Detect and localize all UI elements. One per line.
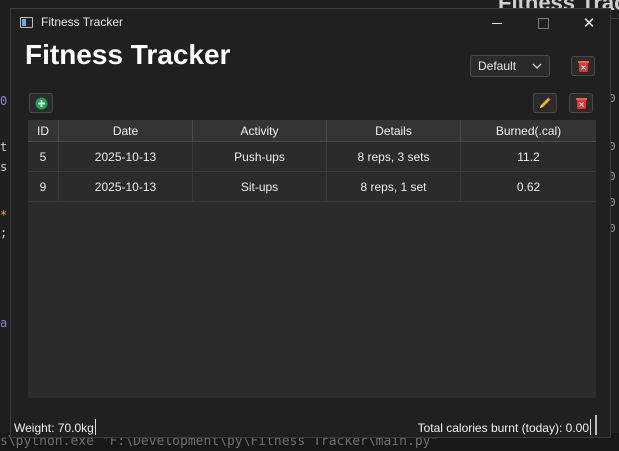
column-header-id[interactable]: ID: [28, 120, 59, 142]
maximize-icon: [537, 17, 549, 29]
delete-profile-button[interactable]: [571, 56, 595, 76]
cell-details: 8 reps, 3 sets: [327, 142, 461, 172]
add-activity-button[interactable]: [29, 93, 53, 113]
text-caret: [94, 419, 96, 435]
activity-table[interactable]: ID Date Activity Details Burned(.cal) 5 …: [28, 120, 596, 398]
title-bar[interactable]: Fitness Tracker ✕: [11, 9, 610, 37]
delete-activity-button[interactable]: [569, 93, 593, 113]
cell-activity: Push-ups: [193, 142, 327, 172]
minimize-button[interactable]: [474, 9, 520, 37]
minimize-icon: [492, 22, 502, 24]
column-header-burned[interactable]: Burned(.cal): [461, 120, 596, 142]
plus-circle-icon: [35, 97, 47, 109]
cell-details: 8 reps, 1 set: [327, 172, 461, 202]
chevron-down-icon: [532, 63, 542, 69]
edit-activity-button[interactable]: [533, 93, 557, 113]
weight-status: Weight: 70.0kg: [14, 419, 96, 435]
pencil-icon: [540, 97, 551, 108]
profile-select-value: Default: [478, 59, 517, 73]
table-header: ID Date Activity Details Burned(.cal): [28, 120, 596, 142]
profile-select[interactable]: Default: [470, 55, 550, 77]
app-window: Fitness Tracker ✕ Fitness Tracker Defaul…: [10, 8, 611, 438]
window-title: Fitness Tracker: [41, 15, 124, 29]
close-icon: ✕: [582, 13, 596, 32]
column-header-activity[interactable]: Activity: [193, 120, 327, 142]
total-calories-label: Total calories burnt (today): 0.00: [417, 421, 589, 435]
app-icon: [20, 17, 33, 28]
resize-grip[interactable]: [595, 415, 597, 435]
cell-id: 5: [28, 142, 59, 172]
cell-burned: 0.62: [461, 172, 596, 202]
cell-activity: Sit-ups: [193, 172, 327, 202]
maximize-button[interactable]: [520, 9, 566, 37]
weight-label: Weight: 70.0kg: [14, 421, 94, 435]
column-header-details[interactable]: Details: [327, 120, 461, 142]
text-caret: [590, 419, 591, 435]
column-header-date[interactable]: Date: [59, 120, 193, 142]
trash-icon: [575, 97, 587, 109]
table-row[interactable]: 9 2025-10-13 Sit-ups 8 reps, 1 set 0.62: [28, 172, 596, 202]
table-row[interactable]: 5 2025-10-13 Push-ups 8 reps, 3 sets 11.…: [28, 142, 596, 172]
cell-id: 9: [28, 172, 59, 202]
calories-status: Total calories burnt (today): 0.00: [418, 419, 591, 435]
cell-date: 2025-10-13: [59, 142, 193, 172]
trash-icon: [577, 60, 589, 72]
page-title: Fitness Tracker: [25, 39, 231, 70]
cell-burned: 11.2: [461, 142, 596, 172]
close-button[interactable]: ✕: [566, 9, 612, 37]
cell-date: 2025-10-13: [59, 172, 193, 202]
